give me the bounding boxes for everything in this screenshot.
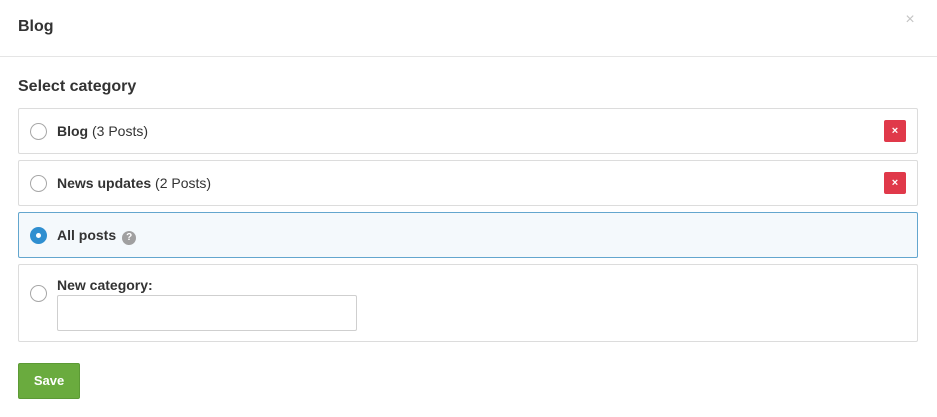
option-label: New category: — [57, 277, 153, 293]
option-label: Blog (3 Posts) — [57, 123, 148, 139]
close-icon[interactable]: × — [903, 12, 917, 28]
option-label: News updates (2 Posts) — [57, 175, 211, 191]
help-icon[interactable]: ? — [122, 231, 137, 245]
option-name: New category: — [57, 277, 153, 293]
delete-category-button[interactable]: × — [884, 172, 906, 194]
category-option-news-updates[interactable]: News updates (2 Posts) × — [18, 160, 918, 206]
option-count: (3 Posts) — [92, 123, 149, 139]
category-options: Blog (3 Posts) × News updates (2 Posts) … — [18, 108, 918, 342]
radio-news-updates[interactable] — [30, 175, 47, 192]
option-count: (2 Posts) — [155, 175, 212, 191]
modal-body: Select category Blog (3 Posts) × News up… — [18, 57, 918, 399]
radio-all-posts[interactable] — [30, 227, 47, 244]
option-label: All posts? — [57, 227, 137, 245]
delete-category-button[interactable]: × — [884, 120, 906, 142]
section-title: Select category — [18, 78, 137, 95]
modal-title: Blog — [18, 18, 54, 35]
category-option-all-posts[interactable]: All posts? — [18, 212, 918, 258]
radio-new-category[interactable] — [30, 285, 47, 302]
modal-header: Blog × — [0, 0, 937, 57]
radio-blog[interactable] — [30, 123, 47, 140]
category-modal: Blog × Select category Blog (3 Posts) × … — [0, 0, 937, 417]
option-name: Blog — [57, 123, 89, 139]
save-button[interactable]: Save — [18, 363, 80, 399]
category-option-new[interactable]: New category: — [18, 264, 918, 342]
category-option-blog[interactable]: Blog (3 Posts) × — [18, 108, 918, 154]
option-name: All posts — [57, 227, 117, 243]
option-name: News updates — [57, 175, 152, 191]
new-category-input[interactable] — [57, 295, 357, 331]
